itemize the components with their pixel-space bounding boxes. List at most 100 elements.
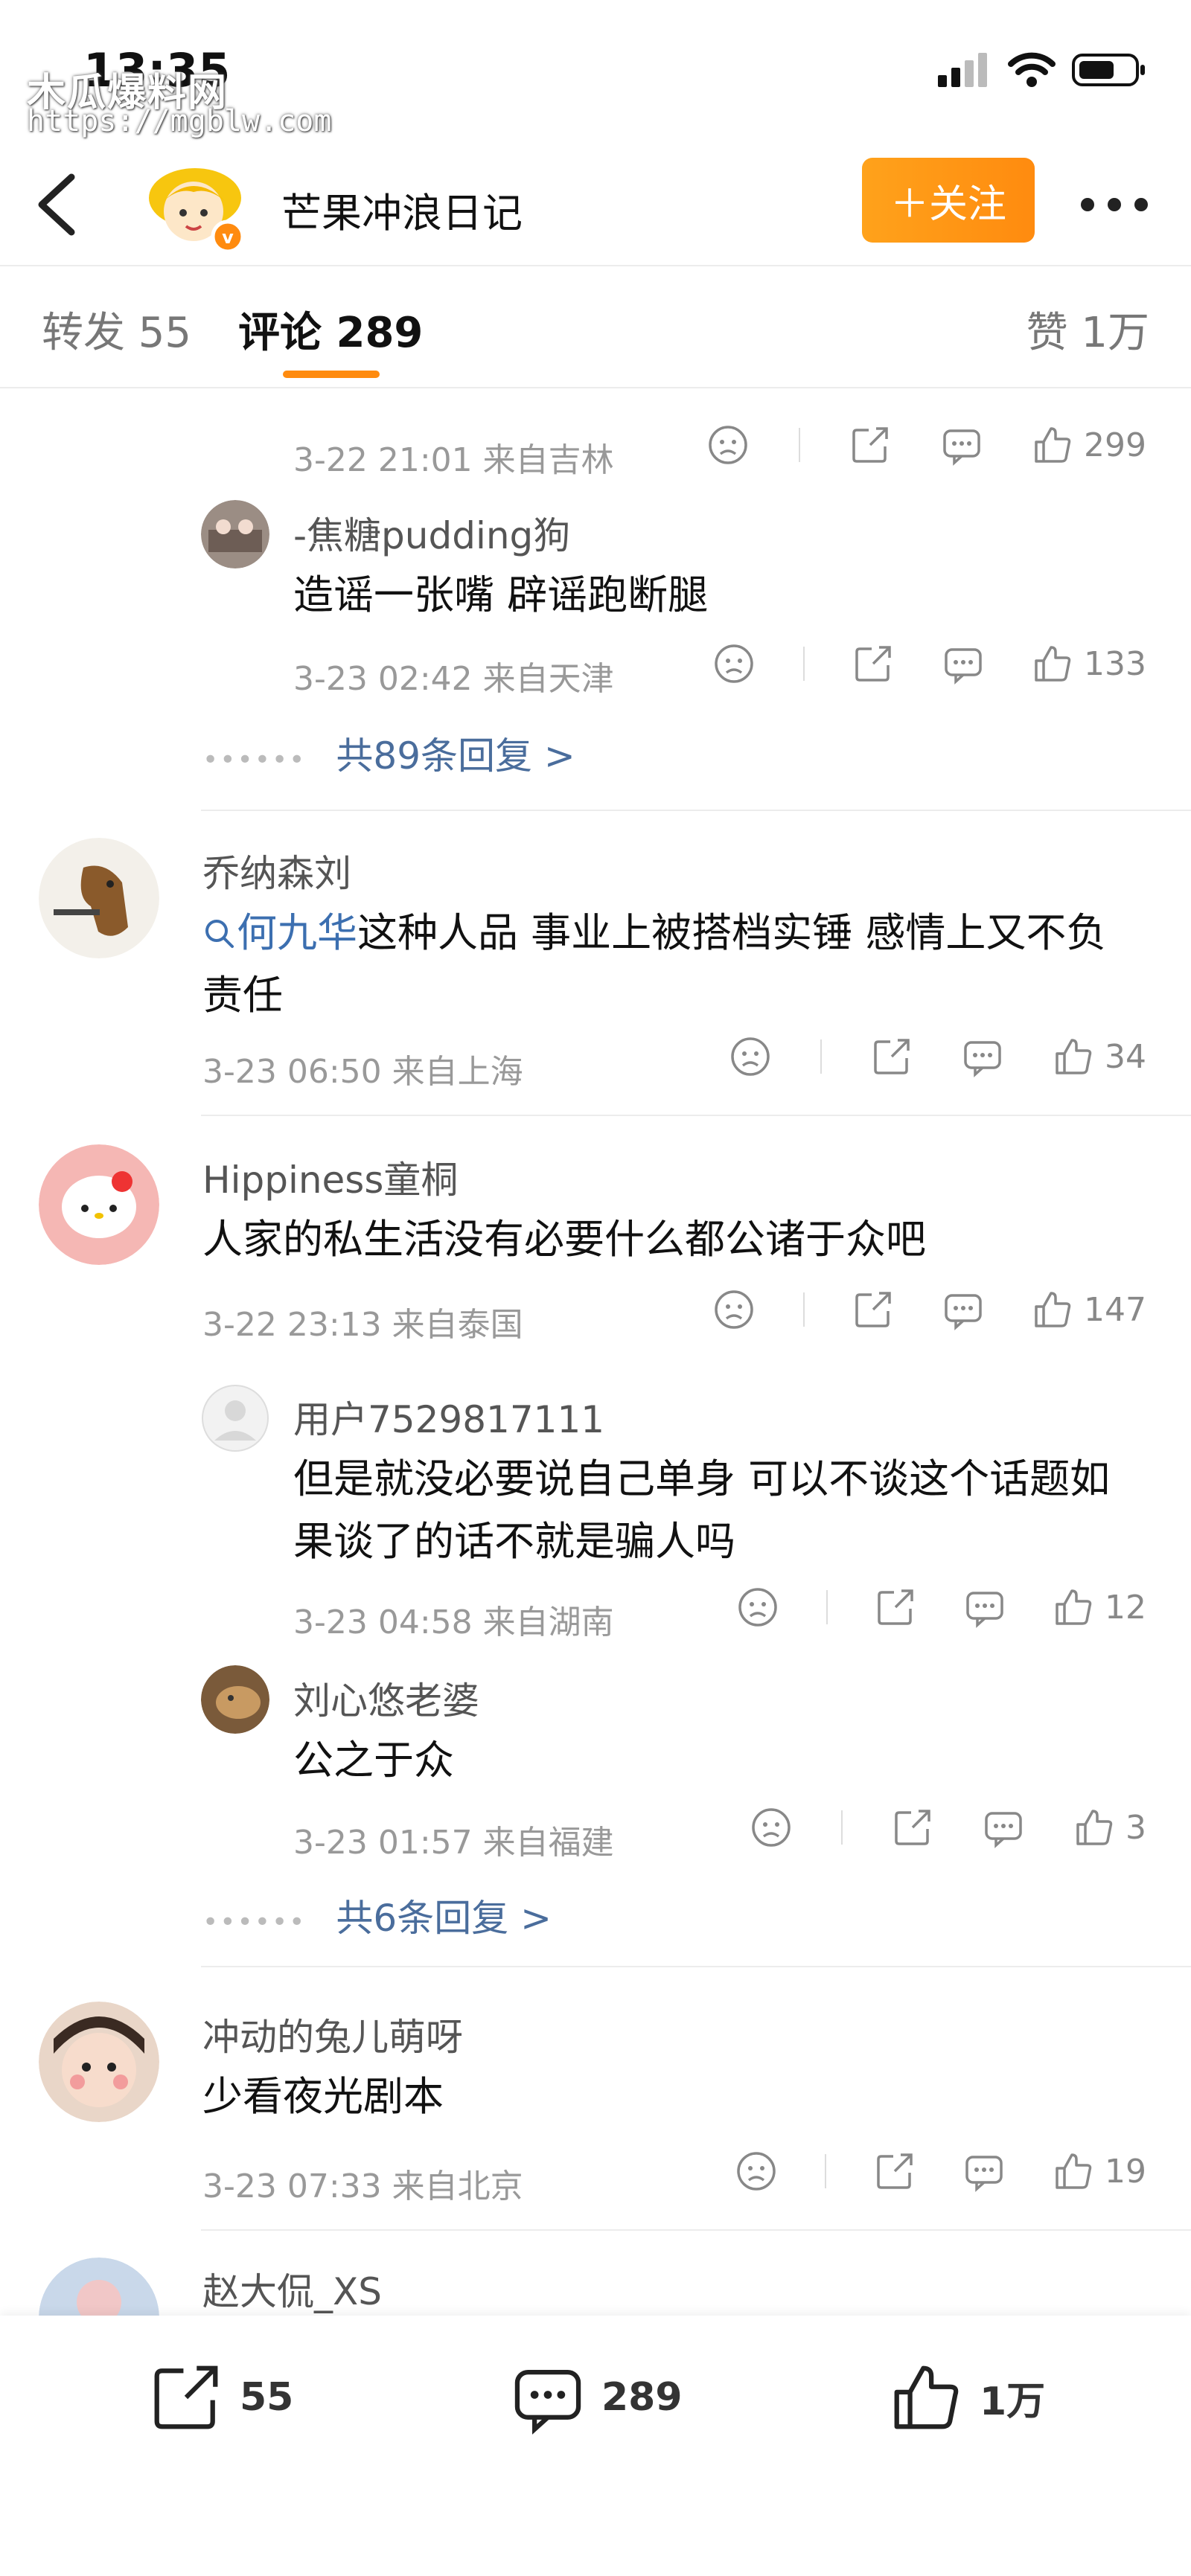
svg-text:v: v	[222, 227, 234, 248]
more-replies-label: 共6条回复 >	[336, 1897, 552, 1940]
share-icon[interactable]	[852, 1289, 894, 1330]
comment-icon	[514, 2369, 581, 2435]
reply-username[interactable]: -焦糖pudding狗	[293, 506, 570, 560]
comment-actions: 147	[713, 1289, 1146, 1330]
comment-username[interactable]: 乔纳森刘	[202, 844, 351, 897]
user-avatar[interactable]	[201, 500, 269, 568]
reply-icon[interactable]	[963, 2150, 1005, 2192]
reply-icon[interactable]	[942, 1289, 984, 1330]
dislike-face-icon[interactable]	[713, 1289, 755, 1330]
battery-icon	[1072, 54, 1145, 86]
comment-username[interactable]: 冲动的兔儿萌呀	[202, 2008, 463, 2061]
reply-icon[interactable]	[983, 1807, 1024, 1848]
share-icon[interactable]	[875, 1586, 916, 1628]
reply-text: 造谣一张嘴 辟谣跑断腿	[293, 571, 709, 618]
account-name[interactable]: 芒果冲浪日记	[281, 180, 523, 239]
like-count: 3	[1125, 1808, 1146, 1847]
dislike-face-icon[interactable]	[713, 643, 755, 685]
share-icon[interactable]	[871, 1036, 913, 1077]
reply-icon[interactable]	[964, 1586, 1006, 1628]
follow-button[interactable]: ＋关注	[862, 158, 1035, 243]
comment-username[interactable]: 赵大侃_XS	[202, 2262, 382, 2316]
comment-meta: 3-22 23:13 来自泰国	[202, 1306, 523, 1344]
reply-icon[interactable]	[941, 424, 983, 466]
thumbs-up-icon	[894, 2365, 959, 2429]
tab-comments[interactable]: 评论 289	[238, 299, 423, 359]
watermark-url: https://mgblw.com	[27, 104, 332, 138]
comment-divider	[201, 810, 1191, 811]
share-icon[interactable]	[849, 424, 891, 466]
reply-meta: 3-23 01:57 来自福建	[293, 1824, 614, 1862]
reply-actions: 299	[707, 424, 1146, 466]
dislike-face-icon[interactable]	[729, 1036, 771, 1077]
share-icon[interactable]	[892, 1807, 933, 1848]
thumbs-up-icon	[1076, 1810, 1113, 1845]
comment-meta: 3-23 07:33 来自北京	[202, 2168, 523, 2205]
reply-username[interactable]: 刘心悠老婆	[293, 1671, 479, 1725]
like-button[interactable]: 1万	[889, 2360, 1045, 2435]
dislike-face-icon[interactable]	[735, 2150, 777, 2192]
thumbs-up-icon	[1056, 1589, 1092, 1625]
user-avatar[interactable]	[39, 1144, 159, 1265]
user-avatar[interactable]	[39, 838, 159, 958]
comment-meta: 3-23 06:50 来自上海	[202, 1053, 523, 1091]
share-icon	[154, 2365, 218, 2429]
comment-actions: 19	[735, 2150, 1146, 2192]
user-avatar[interactable]	[39, 2258, 159, 2316]
more-replies-link[interactable]: •••••• 共89条回复 >	[202, 726, 575, 780]
like-action[interactable]: 299	[1032, 424, 1146, 466]
tab-repost[interactable]: 转发 55	[42, 299, 191, 359]
back-arrow-icon[interactable]	[30, 171, 82, 238]
like-count: 12	[1105, 1588, 1146, 1627]
thumbs-up-icon	[1056, 1039, 1092, 1074]
tab-active-indicator	[283, 371, 380, 378]
more-options-icon[interactable]	[1081, 186, 1155, 223]
comment-text: 人家的私生活没有必要什么都公诸于众吧	[202, 1216, 926, 1263]
comment-count: 289	[601, 2375, 683, 2420]
tab-bar: 转发 55 评论 289 赞 1万	[0, 268, 1191, 388]
comment-feed[interactable]: 3-22 21:01 来自吉林 299 -焦糖pudding狗 造谣一张嘴 辟谣…	[0, 388, 1191, 2316]
dislike-face-icon[interactable]	[707, 424, 749, 466]
repost-button[interactable]: 55	[149, 2360, 293, 2435]
reply-text: 公之于众	[293, 1737, 454, 1784]
comment-divider	[201, 1115, 1191, 1116]
like-action[interactable]: 133	[1032, 643, 1146, 685]
share-icon[interactable]	[874, 2150, 916, 2192]
reply-actions: 12	[737, 1586, 1146, 1628]
comment-divider	[201, 2229, 1191, 2231]
status-bar: 13:35 木瓜爆料网 https://mgblw.com	[0, 0, 1191, 141]
user-avatar[interactable]	[201, 1384, 269, 1452]
thumbs-up-icon	[1056, 2153, 1092, 2189]
leading-dots: ••••••	[202, 1907, 307, 1938]
topic-search-link[interactable]: 何九华	[202, 909, 357, 956]
like-action[interactable]: 34	[1053, 1036, 1146, 1077]
comment-username[interactable]: Hippiness童桐	[202, 1150, 458, 1204]
header-divider	[0, 265, 1191, 266]
dislike-face-icon[interactable]	[750, 1807, 792, 1848]
like-action[interactable]: 147	[1032, 1289, 1146, 1330]
comment-text: 何九华这种人品 事业上被搭档实锤 感情上又不负责任	[202, 902, 1140, 1027]
signal-icon	[938, 53, 987, 87]
share-icon[interactable]	[852, 643, 894, 685]
comment-actions: 34	[729, 1036, 1146, 1077]
comment-button[interactable]: 289	[511, 2360, 683, 2435]
dislike-face-icon[interactable]	[737, 1586, 779, 1628]
more-replies-link[interactable]: •••••• 共6条回复 >	[202, 1888, 552, 1942]
tab-likes[interactable]: 赞 1万	[1026, 299, 1149, 359]
reply-icon[interactable]	[962, 1036, 1003, 1077]
reply-text: 但是就没必要说自己单身 可以不谈这个话题如果谈了的话不就是骗人吗	[293, 1455, 1111, 1565]
reply-username[interactable]: 用户7529817111	[293, 1390, 604, 1444]
like-action[interactable]: 19	[1053, 2150, 1146, 2192]
user-avatar[interactable]	[201, 1665, 269, 1734]
status-icons	[938, 52, 1146, 88]
account-avatar[interactable]: v	[141, 156, 253, 253]
leading-dots: ••••••	[202, 745, 307, 775]
like-count: 299	[1084, 426, 1146, 464]
topic-label: 何九华	[237, 909, 357, 956]
reply-icon[interactable]	[942, 643, 984, 685]
comment-text: 少看夜光剧本	[202, 2073, 444, 2120]
user-avatar[interactable]	[39, 2002, 159, 2122]
like-action[interactable]: 12	[1053, 1586, 1146, 1628]
like-count: 133	[1084, 644, 1146, 683]
like-action[interactable]: 3	[1073, 1807, 1146, 1848]
